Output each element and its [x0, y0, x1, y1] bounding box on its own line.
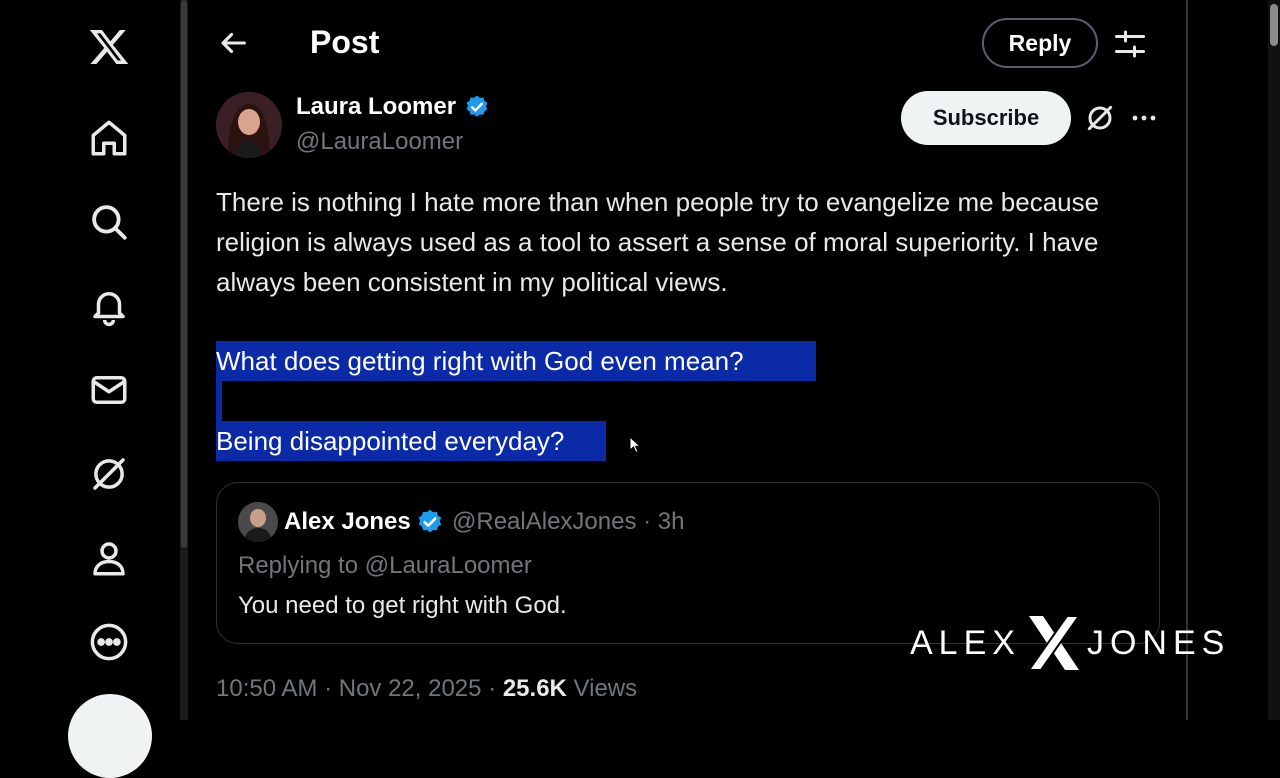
- post-text: There is nothing I hate more than when p…: [216, 187, 1100, 297]
- filter-icon[interactable]: [1112, 26, 1148, 62]
- quoted-author-avatar[interactable]: [238, 502, 278, 542]
- author-name-row[interactable]: Laura Loomer: [296, 93, 490, 121]
- quoted-author-meta[interactable]: @RealAlexJones · 3h: [452, 508, 684, 536]
- post-compose-button[interactable]: [68, 694, 152, 778]
- mouse-cursor-icon: [629, 435, 642, 454]
- profile-icon[interactable]: [84, 533, 134, 583]
- bell-icon[interactable]: [84, 281, 134, 331]
- author-name[interactable]: Laura Loomer: [296, 93, 456, 121]
- author-handle[interactable]: @LauraLoomer: [296, 128, 463, 156]
- highlighted-text-line: Being disappointed everyday?: [216, 426, 565, 456]
- post-timestamp[interactable]: 10:50 AM · Nov 22, 2025 · 25.6K Views: [216, 675, 637, 703]
- author-avatar[interactable]: [216, 92, 282, 158]
- sidebar-scrollbar-thumb[interactable]: [181, 0, 187, 548]
- replying-to-text[interactable]: Replying to @LauraLoomer: [238, 552, 532, 580]
- mail-icon[interactable]: [84, 365, 134, 415]
- more-circle-icon[interactable]: [84, 617, 134, 667]
- views-count: 25.6K: [502, 675, 567, 702]
- alex-jones-watermark: ALEX JONES: [910, 612, 1230, 674]
- back-arrow-icon[interactable]: [216, 26, 250, 60]
- sidebar-nav: [0, 0, 180, 720]
- search-icon[interactable]: [84, 197, 134, 247]
- highlighted-text-line: What does getting right with God even me…: [216, 346, 744, 376]
- grok-icon[interactable]: [1084, 102, 1116, 134]
- home-icon[interactable]: [84, 113, 134, 163]
- verified-icon: [466, 95, 488, 117]
- page-scrollbar-thumb[interactable]: [1270, 4, 1278, 46]
- quoted-author-name[interactable]: Alex Jones: [284, 508, 411, 536]
- subscribe-button[interactable]: Subscribe: [901, 91, 1071, 145]
- watermark-x-icon: [1027, 615, 1081, 671]
- text-selection-highlight: [216, 381, 222, 421]
- quoted-post-text: You need to get right with God.: [238, 592, 567, 619]
- views-label: Views: [566, 675, 638, 702]
- page-title: Post: [310, 24, 380, 60]
- post-time: 10:50 AM · Nov 22, 2025 ·: [216, 675, 503, 702]
- ellipsis-icon[interactable]: [1126, 104, 1162, 132]
- x-logo-icon[interactable]: [84, 22, 134, 72]
- reply-button[interactable]: Reply: [982, 18, 1098, 68]
- page-scrollbar-track: [1268, 0, 1280, 720]
- verified-icon: [418, 509, 442, 533]
- grok-icon[interactable]: [84, 449, 134, 499]
- watermark-right: JONES: [1086, 623, 1231, 662]
- watermark-left: ALEX: [910, 623, 1021, 662]
